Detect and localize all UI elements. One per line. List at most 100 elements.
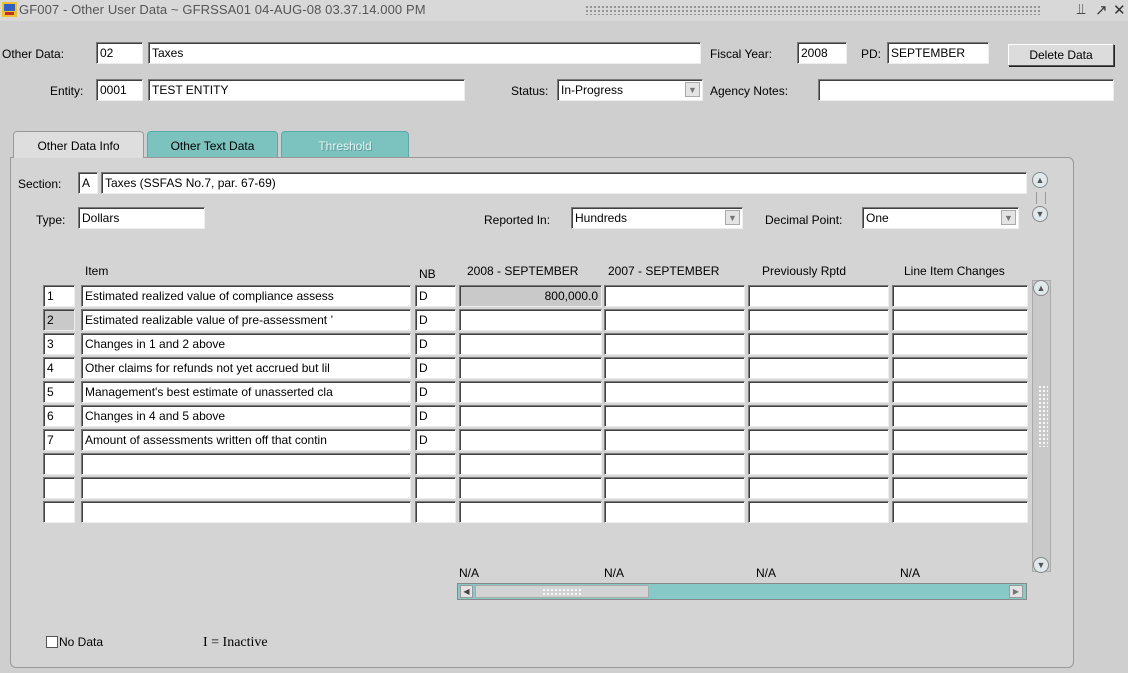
fiscal-year-field[interactable]: 2008 bbox=[797, 42, 847, 64]
tab-other-data-info[interactable]: Other Data Info bbox=[13, 131, 144, 158]
item-cell[interactable]: Changes in 1 and 2 above bbox=[81, 333, 411, 355]
line-item-changes-cell[interactable] bbox=[892, 429, 1028, 451]
value-2008-cell[interactable] bbox=[459, 309, 602, 331]
chevron-down-icon[interactable]: ▼ bbox=[685, 82, 700, 97]
line-item-changes-cell[interactable] bbox=[892, 357, 1028, 379]
value-2008-cell[interactable] bbox=[459, 429, 602, 451]
reported-in-select[interactable]: Hundreds ▼ bbox=[571, 207, 743, 229]
row-number-cell[interactable]: 1 bbox=[43, 285, 75, 307]
line-item-changes-cell[interactable] bbox=[892, 381, 1028, 403]
section-name-field[interactable]: Taxes (SSFAS No.7, par. 67-69) bbox=[101, 172, 1027, 194]
decimal-point-select[interactable]: One ▼ bbox=[862, 207, 1019, 229]
line-item-changes-cell[interactable] bbox=[892, 333, 1028, 355]
value-2008-cell[interactable] bbox=[459, 333, 602, 355]
value-2008-cell[interactable] bbox=[459, 357, 602, 379]
grid-scroll-up-icon[interactable]: ▲ bbox=[1033, 280, 1049, 296]
minimize-icon[interactable]: ⫫ bbox=[1077, 1, 1085, 18]
previously-rptd-cell[interactable] bbox=[748, 501, 889, 523]
nb-cell[interactable]: D bbox=[415, 357, 456, 379]
item-cell[interactable] bbox=[81, 501, 411, 523]
value-2008-cell[interactable] bbox=[459, 405, 602, 427]
item-cell[interactable] bbox=[81, 453, 411, 475]
scroll-right-icon[interactable]: ▶ bbox=[1009, 585, 1023, 598]
grid-scroll-thumb[interactable] bbox=[1038, 385, 1048, 447]
section-scroll-down-icon[interactable]: ▼ bbox=[1032, 206, 1048, 222]
nb-cell[interactable]: D bbox=[415, 309, 456, 331]
close-icon[interactable]: ✕ bbox=[1113, 1, 1126, 19]
previously-rptd-cell[interactable] bbox=[748, 381, 889, 403]
value-2007-cell[interactable] bbox=[604, 405, 745, 427]
item-cell[interactable]: Estimated realizable value of pre-assess… bbox=[81, 309, 411, 331]
chevron-down-icon[interactable]: ▼ bbox=[725, 210, 740, 225]
horizontal-scrollbar[interactable]: ◀ ▶ bbox=[457, 583, 1027, 600]
item-cell[interactable]: Other claims for refunds not yet accrued… bbox=[81, 357, 411, 379]
value-2008-cell[interactable] bbox=[459, 501, 602, 523]
line-item-changes-cell[interactable] bbox=[892, 309, 1028, 331]
entity-name-field[interactable]: TEST ENTITY bbox=[148, 79, 465, 101]
horizontal-scroll-thumb[interactable] bbox=[475, 585, 649, 598]
previously-rptd-cell[interactable] bbox=[748, 453, 889, 475]
value-2007-cell[interactable] bbox=[604, 333, 745, 355]
no-data-checkbox[interactable] bbox=[46, 636, 58, 648]
value-2007-cell[interactable] bbox=[604, 309, 745, 331]
previously-rptd-cell[interactable] bbox=[748, 357, 889, 379]
other-data-name-field[interactable]: Taxes bbox=[148, 42, 701, 64]
nb-cell[interactable]: D bbox=[415, 381, 456, 403]
line-item-changes-cell[interactable] bbox=[892, 285, 1028, 307]
nb-cell[interactable]: D bbox=[415, 429, 456, 451]
row-number-cell[interactable]: 4 bbox=[43, 357, 75, 379]
section-code-field[interactable]: A bbox=[78, 172, 98, 194]
value-2008-cell[interactable] bbox=[459, 477, 602, 499]
row-number-cell[interactable] bbox=[43, 453, 75, 475]
previously-rptd-cell[interactable] bbox=[748, 477, 889, 499]
item-cell[interactable]: Management's best estimate of unasserted… bbox=[81, 381, 411, 403]
scroll-left-icon[interactable]: ◀ bbox=[460, 585, 473, 598]
row-number-cell[interactable]: 7 bbox=[43, 429, 75, 451]
value-2008-cell[interactable]: 800,000.0 bbox=[459, 285, 602, 307]
nb-cell[interactable]: D bbox=[415, 405, 456, 427]
status-select[interactable]: In-Progress ▼ bbox=[557, 79, 703, 101]
value-2008-cell[interactable] bbox=[459, 381, 602, 403]
row-number-cell[interactable] bbox=[43, 501, 75, 523]
nb-cell[interactable]: D bbox=[415, 285, 456, 307]
type-field[interactable]: Dollars bbox=[78, 207, 205, 229]
nb-cell[interactable] bbox=[415, 453, 456, 475]
value-2007-cell[interactable] bbox=[604, 453, 745, 475]
entity-code-field[interactable]: 0001 bbox=[96, 79, 143, 101]
tab-other-text-data[interactable]: Other Text Data bbox=[147, 131, 278, 158]
row-number-cell[interactable]: 3 bbox=[43, 333, 75, 355]
agency-notes-field[interactable] bbox=[818, 79, 1114, 101]
nb-cell[interactable] bbox=[415, 501, 456, 523]
value-2008-cell[interactable] bbox=[459, 453, 602, 475]
item-cell[interactable]: Amount of assessments written off that c… bbox=[81, 429, 411, 451]
value-2007-cell[interactable] bbox=[604, 477, 745, 499]
row-number-cell[interactable] bbox=[43, 477, 75, 499]
grid-scroll-down-icon[interactable]: ▼ bbox=[1033, 557, 1049, 573]
pd-field[interactable]: SEPTEMBER bbox=[887, 42, 989, 64]
value-2007-cell[interactable] bbox=[604, 429, 745, 451]
value-2007-cell[interactable] bbox=[604, 357, 745, 379]
section-scroll-up-icon[interactable]: ▲ bbox=[1032, 172, 1048, 188]
row-number-cell[interactable]: 6 bbox=[43, 405, 75, 427]
delete-data-button[interactable]: Delete Data bbox=[1008, 44, 1114, 66]
maximize-icon[interactable]: ↗ bbox=[1095, 1, 1108, 19]
previously-rptd-cell[interactable] bbox=[748, 429, 889, 451]
item-cell[interactable] bbox=[81, 477, 411, 499]
value-2007-cell[interactable] bbox=[604, 501, 745, 523]
value-2007-cell[interactable] bbox=[604, 285, 745, 307]
line-item-changes-cell[interactable] bbox=[892, 453, 1028, 475]
previously-rptd-cell[interactable] bbox=[748, 285, 889, 307]
line-item-changes-cell[interactable] bbox=[892, 501, 1028, 523]
previously-rptd-cell[interactable] bbox=[748, 405, 889, 427]
item-cell[interactable]: Estimated realized value of compliance a… bbox=[81, 285, 411, 307]
nb-cell[interactable] bbox=[415, 477, 456, 499]
item-cell[interactable]: Changes in 4 and 5 above bbox=[81, 405, 411, 427]
other-data-code-field[interactable]: 02 bbox=[96, 42, 143, 64]
chevron-down-icon[interactable]: ▼ bbox=[1001, 210, 1016, 225]
row-number-cell[interactable]: 2 bbox=[43, 309, 75, 331]
row-number-cell[interactable]: 5 bbox=[43, 381, 75, 403]
line-item-changes-cell[interactable] bbox=[892, 405, 1028, 427]
value-2007-cell[interactable] bbox=[604, 381, 745, 403]
previously-rptd-cell[interactable] bbox=[748, 309, 889, 331]
section-scroll-track[interactable] bbox=[1036, 192, 1046, 204]
